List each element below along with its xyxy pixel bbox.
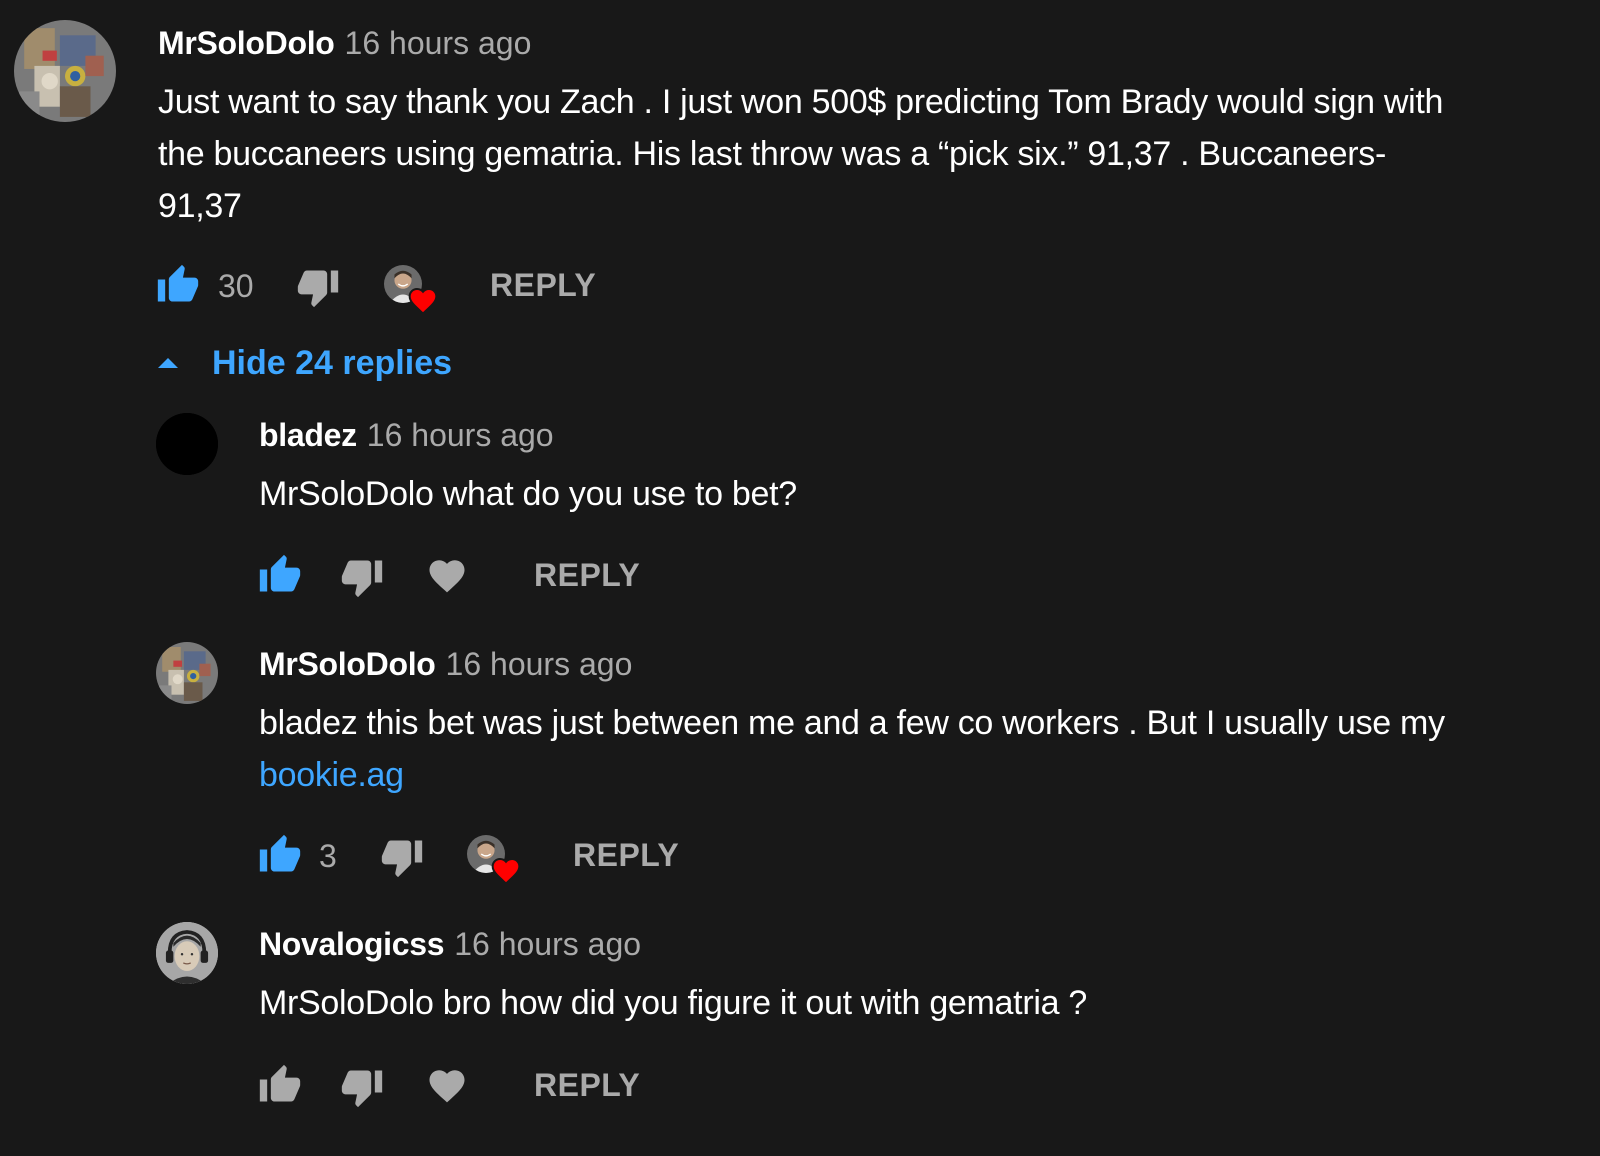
author-name[interactable]: Novalogicss (259, 926, 445, 962)
comments-section: MrSoloDolo 16 hours ago Just want to say … (0, 0, 1600, 1156)
hide-replies-button[interactable]: Hide 24 replies (156, 340, 452, 386)
abstract-collage-avatar-icon (14, 20, 116, 122)
reply-text-line: bladez this bet was just between me and … (259, 704, 1445, 742)
thumbs-up-icon (258, 553, 302, 597)
reply-text: bladez this bet was just between me and … (259, 697, 1579, 801)
comment-text: Just want to say thank you Zach . I just… (158, 76, 1578, 232)
reply-button[interactable]: REPLY (490, 265, 596, 305)
like-button[interactable] (258, 833, 302, 877)
timestamp[interactable]: 16 hours ago (367, 417, 554, 453)
heart-icon (408, 287, 438, 315)
abstract-collage-avatar-icon (156, 642, 218, 704)
reply-header: MrSoloDolo 16 hours ago (259, 644, 632, 684)
like-count: 3 (319, 838, 337, 874)
like-count: 30 (218, 268, 254, 304)
avatar[interactable] (156, 413, 218, 475)
comment-header: MrSoloDolo 16 hours ago (158, 23, 531, 63)
like-button[interactable] (156, 263, 200, 307)
reply-header: Novalogicss 16 hours ago (259, 924, 641, 964)
dislike-button[interactable] (296, 265, 340, 309)
reply-button[interactable]: REPLY (534, 1065, 640, 1105)
heart-icon (491, 857, 521, 885)
thumbs-up-icon (258, 833, 302, 877)
thumbs-up-icon (258, 1063, 302, 1107)
avatar[interactable] (156, 922, 218, 984)
reply-button[interactable]: REPLY (573, 835, 679, 875)
timestamp[interactable]: 16 hours ago (454, 926, 641, 962)
avatar[interactable] (156, 642, 218, 704)
comment-text-line: Just want to say thank you Zach . I just… (158, 83, 1444, 121)
thumbs-down-icon (340, 555, 384, 599)
reply-text: MrSoloDolo bro how did you figure it out… (259, 984, 1087, 1022)
headphones-portrait-avatar-icon (156, 922, 218, 984)
thumbs-down-icon (340, 1065, 384, 1109)
creator-heart-badge (384, 265, 442, 323)
heart-button[interactable] (426, 555, 468, 597)
author-name[interactable]: MrSoloDolo (259, 646, 436, 682)
like-button[interactable] (258, 1063, 302, 1107)
timestamp[interactable]: 16 hours ago (446, 646, 633, 682)
creator-heart-badge (467, 835, 525, 893)
avatar[interactable] (14, 20, 116, 122)
dislike-button[interactable] (340, 1065, 384, 1109)
thumbs-down-icon (296, 265, 340, 309)
like-button[interactable] (258, 553, 302, 597)
hide-replies-label: Hide 24 replies (212, 343, 453, 382)
dislike-button[interactable] (340, 555, 384, 599)
black-circle-avatar-icon (156, 413, 218, 475)
author-name[interactable]: MrSoloDolo (158, 25, 335, 61)
heart-icon (426, 555, 468, 597)
timestamp[interactable]: 16 hours ago (345, 25, 532, 61)
thumbs-down-icon (380, 835, 424, 879)
author-name[interactable]: bladez (259, 417, 357, 453)
bookie-link[interactable]: bookie.ag (259, 756, 404, 794)
reply-header: bladez 16 hours ago (259, 415, 554, 455)
thumbs-up-icon (156, 263, 200, 307)
comment-text-line: 91,37 (158, 187, 242, 225)
heart-icon (426, 1065, 468, 1107)
reply-text: MrSoloDolo what do you use to bet? (259, 475, 797, 513)
reply-button[interactable]: REPLY (534, 555, 640, 595)
comment-text-line: the buccaneers using gematria. His last … (158, 135, 1386, 173)
caret-up-icon (158, 358, 178, 368)
heart-button[interactable] (426, 1065, 468, 1107)
dislike-button[interactable] (380, 835, 424, 879)
